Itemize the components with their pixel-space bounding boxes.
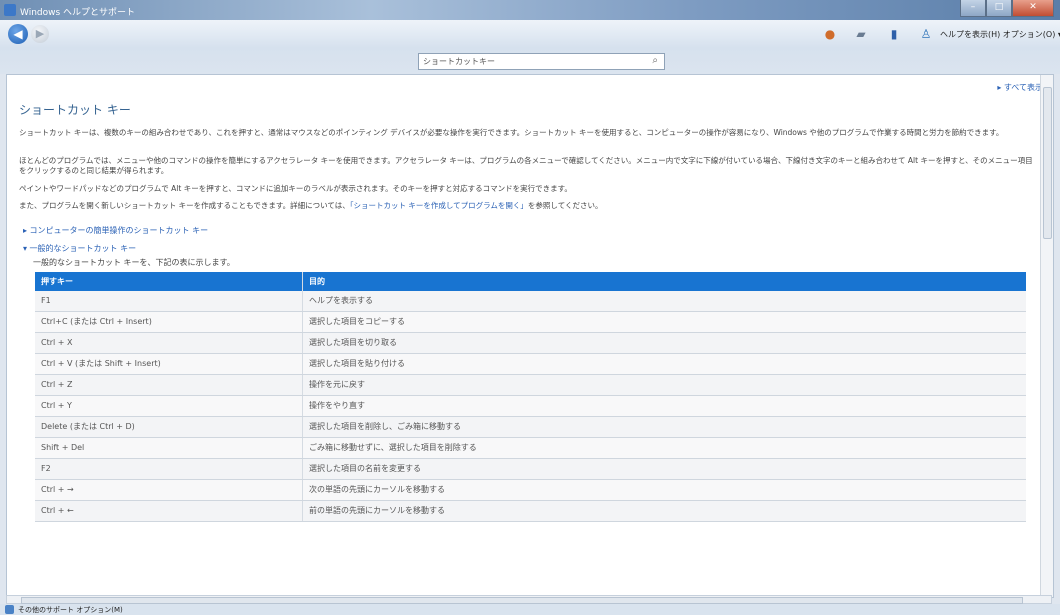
alt-key-paragraph: ペイントやワードパッドなどのプログラムで Alt キーを押すと、コマンドに追加キ… [19,184,572,193]
help-home-icon[interactable]: ● [822,26,838,42]
back-button[interactable]: ◀ [8,24,28,44]
table-row: Delete (または Ctrl + D) 選択した項目を削除し、ごみ箱に移動する [35,417,1026,438]
table-row: Ctrl + Z 操作を元に戻す [35,375,1026,396]
support-icon [5,605,14,614]
horizontal-scroll-thumb[interactable] [21,597,1023,604]
paragraph-text: また、プログラムを開く新しいショートカット キーを作成することもできます。詳細に… [19,201,350,210]
general-shortcuts-link[interactable]: ▾ 一般的なショートカット キー [23,243,136,254]
table-row: F2 選択した項目の名前を変更する [35,459,1026,480]
purpose-cell: 操作をやり直す [309,401,365,410]
table-body: F1 ヘルプを表示する Ctrl+C (または Ctrl + Insert) 選択した… [35,291,1026,522]
help-app-icon [4,4,16,16]
table-row: Ctrl + → 次の単語の先頭にカーソルを移動する [35,480,1026,501]
browse-help-icon[interactable]: ▮ [886,26,902,42]
key-cell: Ctrl + ← [35,501,303,521]
table-header: 押すキー 目的 [35,272,1026,291]
options-menu[interactable]: ヘルプを表示(H) オプション(O) ▾ [940,29,1060,40]
key-cell: Shift + Del [35,438,303,458]
purpose-cell: ごみ箱に移動せずに、選択した項目を削除する [309,443,477,452]
title-bar: Windows ヘルプとサポート – □ ✕ [0,0,1060,20]
table-row: Ctrl + V (または Shift + Insert) 選択した項目を貼り付け… [35,354,1026,375]
key-cell: Ctrl + Y [35,396,303,416]
ask-icon[interactable]: ♙ [918,26,934,42]
key-cell: F2 [35,459,303,479]
purpose-cell: 選択した項目を貼り付ける [309,359,405,368]
navigation-bar: ◀ ▶ ● ▰ ▮ ♙ ヘルプを表示(H) オプション(O) ▾ [0,20,1060,48]
print-icon[interactable]: ▰ [853,26,869,42]
section-description: 一般的なショートカット キーを、下記の表に示します。 [33,258,235,267]
search-icon[interactable]: ⌕ [652,55,658,66]
purpose-cell: 選択した項目をコピーする [309,317,405,326]
show-all-link[interactable]: ▸ すべて表示 [997,82,1043,93]
accessibility-shortcuts-link[interactable]: ▸ コンピューターの簡単操作のショートカット キー [23,225,208,236]
search-row: ⌕ [0,48,1060,74]
key-cell: Ctrl+C (または Ctrl + Insert) [35,312,303,332]
table-row: Ctrl + Y 操作をやり直す [35,396,1026,417]
forward-button[interactable]: ▶ [31,25,49,43]
maximize-button[interactable]: □ [986,0,1012,17]
page-title: ショートカット キー [19,103,131,117]
vertical-scrollbar[interactable] [1040,75,1053,597]
table-row: F1 ヘルプを表示する [35,291,1026,312]
column-header-purpose: 目的 [309,277,325,286]
status-bar: その他のサポート オプション(M) [0,604,1060,615]
intro-paragraph: ショートカット キーは、複数のキーの組み合わせであり、これを押すと、通常はマウス… [19,128,1004,137]
shortcut-table: 押すキー 目的 F1 ヘルプを表示する Ctrl+C (または Ctrl + Ins… [35,272,1026,522]
purpose-cell: 次の単語の先頭にカーソルを移動する [309,485,445,494]
key-cell: Ctrl + V (または Shift + Insert) [35,354,303,374]
purpose-cell: 選択した項目を削除し、ごみ箱に移動する [309,422,461,431]
window-title: Windows ヘルプとサポート [20,8,136,18]
table-row: Ctrl + X 選択した項目を切り取る [35,333,1026,354]
search-input[interactable] [419,54,633,69]
horizontal-scrollbar[interactable] [6,595,1052,604]
minimize-button[interactable]: – [960,0,986,17]
purpose-cell: 選択した項目の名前を変更する [309,464,421,473]
table-row: Ctrl + ← 前の単語の先頭にカーソルを移動する [35,501,1026,522]
key-cell: F1 [35,291,303,311]
create-shortcut-paragraph: また、プログラムを開く新しいショートカット キーを作成することもできます。詳細に… [19,201,1037,211]
key-cell: Delete (または Ctrl + D) [35,417,303,437]
window-controls: – □ ✕ [960,0,1054,17]
search-box[interactable]: ⌕ [418,53,665,70]
column-header-keys: 押すキー [35,272,303,291]
accelerator-paragraph: ほとんどのプログラムでは、メニューや他のコマンドの操作を簡単にするアクセラレータ… [19,156,1033,175]
purpose-cell: 選択した項目を切り取る [309,338,397,347]
vertical-scroll-thumb[interactable] [1043,87,1052,239]
key-cell: Ctrl + Z [35,375,303,395]
purpose-cell: 操作を元に戻す [309,380,365,389]
table-row: Shift + Del ごみ箱に移動せずに、選択した項目を削除する [35,438,1026,459]
key-cell: Ctrl + X [35,333,303,353]
paragraph-text: を参照してください。 [527,201,603,210]
help-content-pane: ▸ すべて表示 ショートカット キー ショートカット キーは、複数のキーの組み合… [6,74,1054,598]
key-cell: Ctrl + → [35,480,303,500]
more-support-options-link[interactable]: その他のサポート オプション(M) [18,605,123,615]
table-row: Ctrl+C (または Ctrl + Insert) 選択した項目をコピーする [35,312,1026,333]
close-button[interactable]: ✕ [1012,0,1054,17]
purpose-cell: ヘルプを表示する [309,296,373,305]
create-shortcut-link[interactable]: 「ショートカット キーを作成してプログラムを開く」 [350,201,528,210]
purpose-cell: 前の単語の先頭にカーソルを移動する [309,506,445,515]
